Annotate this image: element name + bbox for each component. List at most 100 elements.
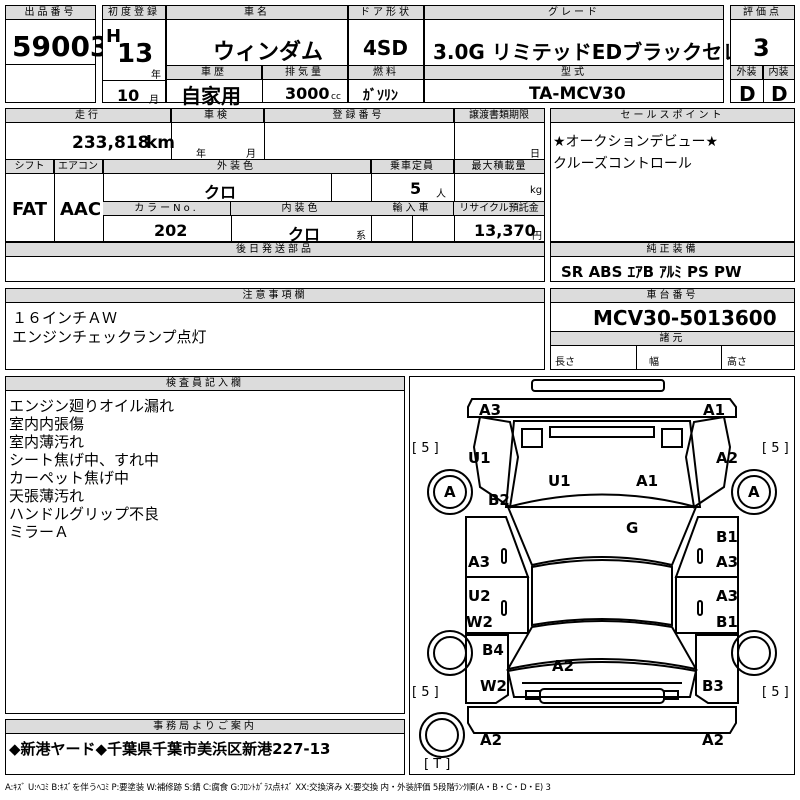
int-score: D — [771, 82, 788, 106]
color-no-label: カラーNo. — [103, 202, 231, 216]
sales-points-label: セールスポイント — [551, 109, 794, 123]
mark-left-door-front: A3 — [468, 553, 491, 571]
ac-label: エアコン — [54, 160, 103, 174]
model-label: 型式 — [425, 66, 723, 80]
mark-right-door-rear: A3 — [716, 587, 739, 605]
reg-no-label: 登録番号 — [264, 109, 454, 123]
mark-trunk: A2 — [552, 657, 575, 675]
score: 3 — [753, 34, 770, 62]
ext-color-label: 外装色 — [103, 160, 371, 174]
door-type: 4SD — [363, 36, 408, 60]
spec-length: 長さ — [555, 357, 575, 368]
later-parts-label: 後日発送部品 — [6, 243, 544, 257]
score-box: 評価点 3 外装 内装 D D — [730, 5, 795, 106]
ext-score: D — [739, 82, 756, 106]
car-name-label: 車名 — [167, 6, 347, 20]
mark-hood-left: U1 — [548, 472, 571, 490]
mark-right-rear: B3 — [702, 677, 724, 695]
first-reg-box: 初度登録 H 13 年 10 月 — [102, 5, 166, 106]
mark-front-right: A1 — [703, 401, 726, 419]
year-unit: 年 — [151, 70, 161, 81]
mileage: 233,818 — [72, 133, 150, 153]
load-unit: kg — [530, 185, 543, 196]
sales-point-line: ★オークションデビュー★ — [553, 134, 719, 150]
model: TA-MCV30 — [529, 84, 626, 104]
int-color-label: 内装色 — [231, 202, 371, 216]
chassis-box: 車台番号 MCV30-5013600 諸元 長さ 幅 高さ — [550, 288, 795, 370]
legend: A:ｷｽﾞ U:ﾍｺﾐ B:ｷｽﾞを伴うﾍｺﾐ P:要塗装 W:補修跡 S:錆 … — [5, 783, 551, 793]
mark-left-door-rear-lower: W2 — [466, 613, 493, 631]
fuel-label: 燃料 — [349, 66, 423, 80]
shift-label: シフト — [6, 160, 54, 174]
mark-left-quarter: B4 — [482, 641, 504, 659]
mark-rear-bumper-right: A2 — [702, 731, 725, 749]
office-text: ◆新港ヤード◆千葉県千葉市美浜区新港227-13 — [9, 740, 331, 758]
mark-front-left: A3 — [479, 401, 502, 419]
tread-fr: [ 5 ] — [762, 441, 789, 456]
mark-right-fender: A2 — [716, 449, 739, 467]
mark-left-door-rear: U2 — [468, 587, 491, 605]
equipment-label: 純正装備 — [551, 243, 794, 257]
mileage-label: 走行 — [6, 109, 171, 123]
mark-right-door-front: A3 — [716, 553, 739, 571]
reg-year: 13 — [117, 39, 154, 69]
equipment-box: 純正装備 SR ABS ｴｱB ｱﾙﾐ PS PW — [550, 242, 795, 282]
tread-rl: [ 5 ] — [412, 685, 439, 700]
ac: AAC — [60, 199, 102, 220]
tread-rr: [ 5 ] — [762, 685, 789, 700]
mark-left-fender: U1 — [468, 449, 491, 467]
note-line: エンジンチェックランプ点灯 — [12, 328, 207, 346]
grade-label: グレード — [425, 6, 723, 20]
lot-number: 59003 — [12, 30, 110, 63]
capacity: 5 — [410, 179, 422, 198]
displacement-unit: cc — [331, 92, 341, 102]
inspector-label: 検査員記入欄 — [6, 377, 404, 391]
specs-label: 諸元 — [551, 332, 794, 346]
int-label: 内装 — [763, 66, 794, 80]
deadline-day-unit: 日 — [530, 149, 540, 160]
deadline-label: 譲渡書類期限 — [454, 109, 544, 123]
reg-month: 10 — [117, 86, 140, 105]
int-color-unit: 系 — [356, 231, 366, 242]
load-label: 最大積載量 — [454, 160, 544, 174]
mark-right-door-rear-lower: B1 — [716, 613, 738, 631]
later-parts-box: 後日発送部品 — [5, 242, 545, 282]
mileage-unit: km — [146, 133, 176, 153]
chassis-label: 車台番号 — [551, 289, 794, 303]
history: 自家用 — [181, 84, 241, 108]
vehicle-details-box: 走行 車検 登録番号 譲渡書類期限 233,818 km 年 月 日 シフト エ… — [5, 108, 545, 244]
recycle: 13,370 — [474, 221, 536, 240]
ext-color: クロ — [204, 183, 237, 202]
insp-year-unit: 年 — [196, 149, 206, 160]
ext-label: 外装 — [731, 66, 763, 80]
import-label: 輸入車 — [371, 202, 454, 216]
displacement: 3000 — [285, 84, 330, 103]
mark-left-front: B2 — [488, 491, 510, 509]
sales-point-line: クルーズコントロール — [553, 156, 692, 172]
mark-tire-fl: A — [444, 483, 456, 501]
mark-right-door-front-upper: B1 — [716, 528, 738, 546]
inspector-box: 検査員記入欄 エンジン廻りオイル漏れ 室内内張傷 室内薄汚れ シート焦げ中、すれ… — [5, 376, 405, 714]
notes-label: 注意事項欄 — [6, 289, 544, 303]
car-name-box: 車名 ウィンダム 車歴 排気量 自家用 3000 cc — [166, 5, 348, 108]
note-line: １６インチＡＷ — [12, 309, 118, 327]
mark-tire-fr: A — [748, 483, 760, 501]
capacity-label: 乗車定員 — [371, 160, 454, 174]
car-name: ウィンダム — [213, 40, 324, 65]
fuel: ｶﾞｿﾘﾝ — [363, 88, 398, 104]
grade: 3.0G リミテッドEDブラックセレ — [433, 40, 743, 64]
mark-left-rear: W2 — [480, 677, 507, 695]
tread-fl: [ 5 ] — [412, 441, 439, 456]
grade-box: グレード 3.0G リミテッドEDブラックセレ 型式 TA-MCV30 — [424, 5, 742, 104]
door-label: ドア形状 — [349, 6, 423, 20]
notes-box: 注意事項欄 １６インチＡＷ エンジンチェックランプ点灯 — [5, 288, 545, 370]
spare-tire: [ T ] — [424, 757, 451, 772]
inspection-label: 車検 — [171, 109, 264, 123]
office-box: 事務局よりご案内 ◆新港ヤード◆千葉県千葉市美浜区新港227-13 — [5, 719, 405, 775]
color-no: 202 — [154, 221, 188, 240]
first-reg-label: 初度登録 — [103, 6, 165, 20]
lot-box: 出品番号 59003 — [5, 5, 109, 103]
mark-windshield: G — [626, 519, 639, 537]
shift: FAT — [12, 199, 48, 220]
car-diagram — [419, 379, 777, 758]
